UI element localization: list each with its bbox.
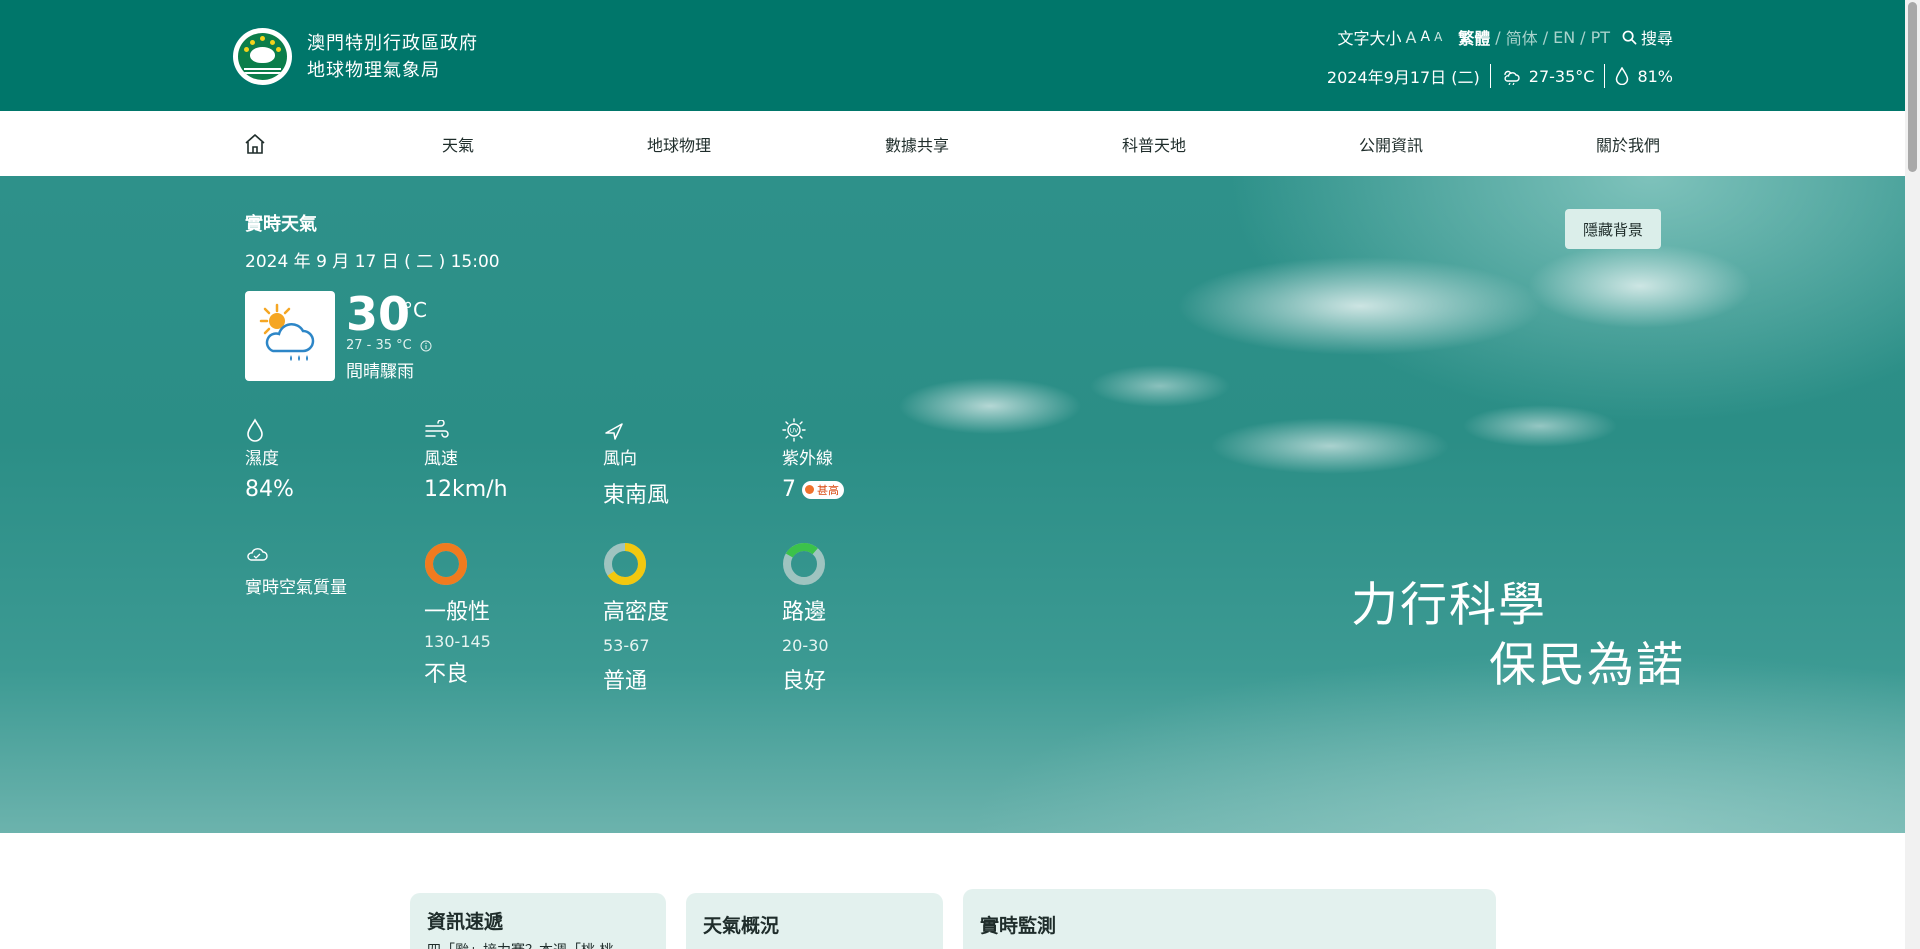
macao-emblem-icon	[233, 28, 292, 85]
slogan-line-1: 力行科學	[1351, 578, 1547, 633]
svg-text:UV: UV	[790, 428, 799, 435]
wind-speed-value: 12km/h	[424, 477, 508, 502]
header-humidity: 81%	[1637, 66, 1673, 86]
slogan-line-2: 保民為諾	[1489, 638, 1685, 693]
observation-datetime: 2024 年 9 月 17 日 ( 二 ) 15:00	[245, 252, 500, 272]
page-scrollbar[interactable]	[1905, 0, 1920, 949]
uv-level-text: 甚高	[817, 483, 839, 497]
scrollbar-thumb[interactable]	[1908, 2, 1917, 172]
uv-label: 紫外線	[782, 449, 833, 469]
aqi-station-title: 高密度	[603, 600, 670, 625]
aqi-ring-icon	[425, 543, 467, 585]
language-switcher: 繁體 / 简体 / EN / PT	[1458, 25, 1610, 49]
humidity-label: 濕度	[245, 449, 279, 469]
nav-public-info[interactable]: 公開資訊	[1359, 111, 1423, 176]
main-nav: 天氣 地球物理 數據共享 科普天地 公開資訊 關於我們	[0, 111, 1905, 176]
font-size-medium-button[interactable]: A	[1420, 29, 1430, 45]
info-icon[interactable]	[420, 340, 432, 352]
nav-about-us[interactable]: 關於我們	[1596, 111, 1660, 176]
wind-direction-metric: 風向 東南風	[603, 416, 669, 509]
nav-data-sharing[interactable]: 數據共享	[885, 111, 949, 176]
org-name-government: 澳門特別行政區政府	[307, 32, 478, 54]
humidity-drop-icon	[247, 418, 263, 442]
weather-condition-icon-box	[245, 291, 335, 381]
aqi-station-level: 普通	[603, 669, 648, 694]
weather-condition-text: 間晴驟雨	[346, 362, 414, 382]
wind-speed-label: 風速	[424, 449, 458, 469]
aqi-station-roadside[interactable]: 路邊 20-30 良好	[782, 542, 829, 695]
weather-overview-card: 天氣概況	[686, 893, 943, 949]
news-item-link[interactable]: 四「颱」接力賽？本週「桃 桃	[427, 940, 647, 949]
wind-direction-arrow-icon	[605, 423, 623, 440]
lang-portuguese-link[interactable]: PT	[1591, 28, 1610, 47]
wind-icon	[425, 420, 449, 438]
aqi-ring-icon	[604, 543, 646, 585]
uv-value: 7	[782, 477, 796, 502]
font-size-label: 文字大小	[1337, 29, 1402, 48]
daily-temp-range: 27 - 35 °C	[346, 338, 412, 353]
wind-speed-metric: 風速 12km/h	[424, 416, 508, 502]
aqi-station-level: 不良	[424, 662, 469, 687]
sun-cloud-rain-icon	[259, 303, 315, 361]
nav-science[interactable]: 科普天地	[1122, 111, 1186, 176]
lang-english-link[interactable]: EN	[1553, 28, 1575, 47]
wind-direction-label: 風向	[603, 449, 637, 469]
org-name-bureau: 地球物理氣象局	[307, 59, 440, 81]
font-size-large-button[interactable]: A	[1406, 28, 1417, 47]
nav-weather[interactable]: 天氣	[442, 111, 474, 176]
nav-geophysics[interactable]: 地球物理	[647, 111, 711, 176]
aqi-station-level: 良好	[782, 669, 827, 694]
header-temp-range: 27-35°C	[1528, 66, 1595, 86]
news-card-title: 資訊速遞	[427, 911, 504, 933]
news-card: 資訊速遞 四「颱」接力賽？本週「桃 桃	[410, 893, 666, 949]
aqi-station-title: 路邊	[782, 600, 827, 625]
aqi-station-general[interactable]: 一般性 130-145 不良	[424, 542, 491, 688]
aqi-station-range: 130-145	[424, 632, 491, 651]
aqi-station-range: 53-67	[603, 636, 650, 655]
weather-overview-title: 天氣概況	[703, 915, 780, 937]
lang-separator: /	[1495, 27, 1501, 47]
realtime-weather-title: 實時天氣	[245, 214, 317, 235]
uv-metric: UV 紫外線 7 甚高	[782, 416, 844, 502]
humidity-drop-icon	[1616, 67, 1629, 85]
home-icon	[245, 133, 265, 154]
lang-separator: /	[1542, 27, 1549, 47]
current-temperature: 30	[346, 287, 411, 341]
lang-traditional-link[interactable]: 繁體	[1458, 25, 1490, 49]
temperature-unit: °C	[403, 298, 427, 322]
aqi-station-high-density[interactable]: 高密度 53-67 普通	[603, 542, 669, 695]
partly-cloudy-rain-icon	[1504, 70, 1520, 85]
search-button[interactable]: 搜尋	[1622, 25, 1673, 49]
site-header: 澳門特別行政區政府 地球物理氣象局 文字大小 A A A 繁體 / 简体 / E…	[0, 0, 1905, 111]
air-quality-cloud-icon	[247, 548, 268, 561]
humidity-metric: 濕度 84%	[245, 416, 294, 502]
lang-simplified-link[interactable]: 简体	[1506, 25, 1538, 49]
nav-home[interactable]	[244, 111, 266, 176]
realtime-monitor-card: 實時監測	[963, 889, 1496, 949]
hero-banner: 實時天氣 2024 年 9 月 17 日 ( 二 ) 15:00 30 °C 2…	[0, 176, 1905, 833]
aqi-station-range: 20-30	[782, 636, 829, 655]
search-label: 搜尋	[1640, 29, 1673, 48]
search-icon	[1622, 30, 1637, 44]
aqi-station-title: 一般性	[424, 600, 491, 625]
site-logo-link[interactable]: 澳門特別行政區政府 地球物理氣象局	[233, 28, 478, 85]
hide-background-button[interactable]: 隱藏背景	[1565, 209, 1661, 249]
realtime-monitor-title: 實時監測	[980, 915, 1057, 937]
humidity-value: 84%	[245, 477, 294, 502]
wind-direction-value: 東南風	[603, 483, 670, 508]
font-size-small-button[interactable]: A	[1434, 30, 1442, 44]
aqi-ring-icon	[783, 543, 825, 585]
header-date: 2024年9月17日 (二)	[1326, 68, 1480, 87]
lang-separator: /	[1580, 27, 1586, 47]
uv-sun-icon: UV	[782, 418, 806, 442]
uv-level-badge: 甚高	[802, 480, 844, 499]
air-quality-label: 實時空氣質量	[245, 578, 347, 598]
